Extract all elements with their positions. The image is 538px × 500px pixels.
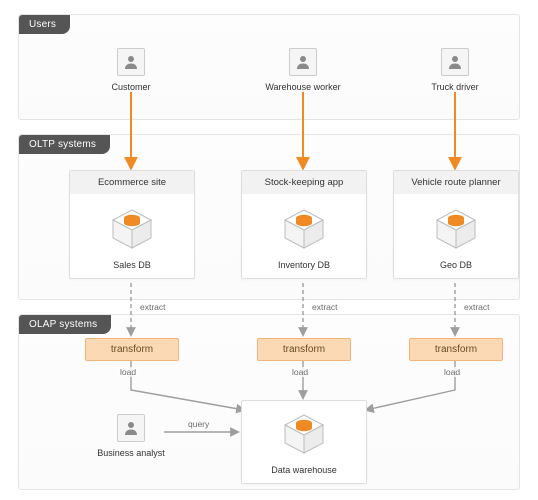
user-label: Business analyst [90, 448, 172, 458]
user-customer: Customer [90, 48, 172, 92]
database-icon [281, 411, 327, 457]
user-label: Truck driver [414, 82, 496, 92]
user-warehouse-worker: Warehouse worker [262, 48, 344, 92]
oltp-app-title: Ecommerce site [70, 171, 194, 194]
transform-1: transform [257, 338, 351, 361]
user-label: Customer [90, 82, 172, 92]
warehouse-name: Data warehouse [242, 465, 366, 475]
database-icon [433, 206, 479, 252]
label-query: query [186, 419, 211, 429]
band-label-olap: OLAP systems [19, 315, 111, 334]
oltp-db-name: Geo DB [394, 260, 518, 270]
data-warehouse: Data warehouse [241, 400, 367, 484]
database-icon [109, 206, 155, 252]
label-load-1: load [290, 367, 310, 377]
oltp-app-ecommerce: Ecommerce site Sales DB [69, 170, 195, 279]
band-label-users: Users [19, 15, 70, 34]
oltp-app-title: Stock-keeping app [242, 171, 366, 194]
oltp-app-stockkeeping: Stock-keeping app Inventory DB [241, 170, 367, 279]
person-icon [117, 414, 145, 442]
person-icon [289, 48, 317, 76]
label-extract-1: extract [310, 302, 340, 312]
transform-0: transform [85, 338, 179, 361]
oltp-db-name: Inventory DB [242, 260, 366, 270]
person-icon [117, 48, 145, 76]
label-extract-2: extract [462, 302, 492, 312]
oltp-app-title: Vehicle route planner [394, 171, 518, 194]
label-load-0: load [118, 367, 138, 377]
transform-2: transform [409, 338, 503, 361]
label-extract-0: extract [138, 302, 168, 312]
label-load-2: load [442, 367, 462, 377]
user-truck-driver: Truck driver [414, 48, 496, 92]
database-icon [281, 206, 327, 252]
oltp-app-routeplanner: Vehicle route planner Geo DB [393, 170, 519, 279]
user-label: Warehouse worker [262, 82, 344, 92]
oltp-db-name: Sales DB [70, 260, 194, 270]
person-icon [441, 48, 469, 76]
band-label-oltp: OLTP systems [19, 135, 110, 154]
user-business-analyst: Business analyst [90, 414, 172, 458]
